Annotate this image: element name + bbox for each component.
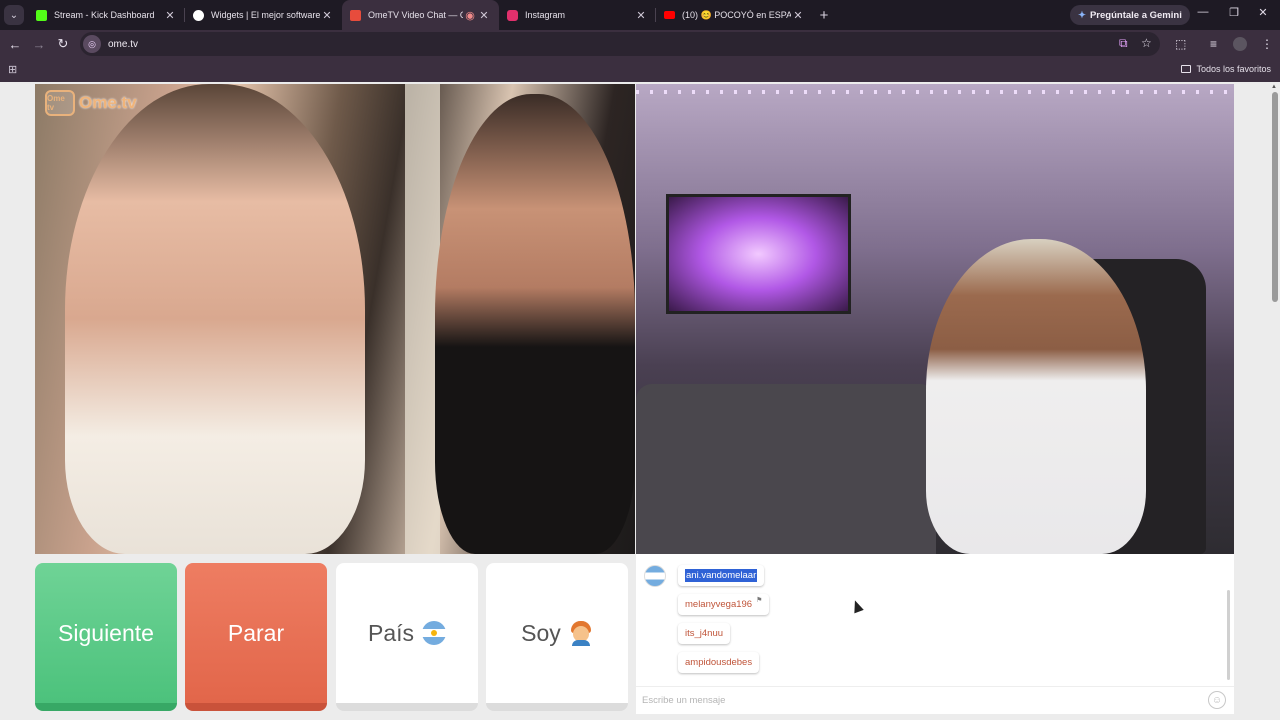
new-tab-plus-icon[interactable]: +	[813, 7, 835, 24]
stop-button-label: Parar	[227, 619, 285, 646]
url-text: ome.tv	[108, 38, 139, 50]
message-input-bar[interactable]: Escribe un mensaje ☺	[636, 686, 1234, 714]
restore-icon[interactable]: ❐	[1224, 6, 1244, 19]
self-video	[636, 84, 1234, 554]
boy-emoji-icon	[569, 621, 593, 646]
chat-message-text: melanyvega196	[685, 599, 753, 610]
tab-search-chevron-icon[interactable]: ⌄	[4, 5, 24, 25]
led-strip	[636, 90, 1234, 94]
argentina-flag-icon	[422, 621, 447, 645]
scroll-up-arrow-icon[interactable]: ▲	[1271, 84, 1279, 90]
country-button-label: País	[367, 619, 415, 646]
tab-ometv[interactable]: OmeTV Video Chat — Ome ◉ ✕	[342, 0, 499, 30]
close-icon[interactable]: ✕	[791, 9, 805, 22]
chat-message[interactable]: ampidousdebes	[678, 652, 760, 673]
recording-icon: ◉	[465, 9, 475, 22]
tab-title: Instagram	[525, 10, 566, 20]
window-close-icon[interactable]: ✕	[1253, 6, 1273, 19]
emoji-picker-icon[interactable]: ☺	[1208, 691, 1226, 709]
tab-youtube-pocoyo[interactable]: (10) 😊 POCOYÓ en ESPAÑOL ✕	[656, 0, 813, 30]
apps-grid-icon[interactable]: ⊞	[8, 63, 17, 76]
browser-toolbar: ← → ↻ ◎ ome.tv ⧉ ☆ ⬚ ≡ ⋮	[0, 30, 1280, 58]
forward-arrow-icon[interactable]: →	[27, 37, 51, 52]
reading-list-icon[interactable]: ≡	[1210, 37, 1217, 51]
tab-title: Widgets | El mejor software par	[211, 10, 320, 20]
message-input-placeholder[interactable]: Escribe un mensaje	[642, 695, 725, 706]
logo-badge: Ome tv	[45, 90, 75, 116]
gender-button-label: Soy	[521, 619, 561, 646]
kebab-menu-icon[interactable]: ⋮	[1261, 37, 1273, 51]
reload-icon[interactable]: ↻	[51, 36, 75, 52]
chat-panel: ani.vandomelaar melanyvega196 ⚑ its_j4nu…	[636, 554, 1234, 714]
gemini-sparkle-icon: ✦	[1078, 9, 1086, 21]
instagram-favicon-icon	[507, 9, 518, 21]
stranger-video: Ome tv Ome.tv	[35, 84, 635, 554]
gemini-label: Pregúntale a Gemini	[1089, 9, 1182, 21]
stranger-person-2	[435, 94, 635, 554]
tv-screen	[666, 194, 851, 314]
chat-message-text: ampidousdebes	[685, 657, 753, 668]
page-scrollbar-thumb[interactable]	[1272, 92, 1278, 302]
stop-button[interactable]: Parar	[185, 563, 327, 711]
chat-message[interactable]: its_j4nuu	[678, 623, 731, 644]
stranger-flag-icon	[644, 565, 666, 587]
armchair	[636, 384, 936, 554]
next-button[interactable]: Siguiente	[35, 563, 177, 711]
profile-avatar[interactable]	[1233, 37, 1247, 51]
close-icon[interactable]: ✕	[634, 9, 648, 22]
stranger-person-1	[65, 84, 365, 554]
tab-title: Stream - Kick Dashboard	[54, 10, 155, 20]
tab-kick-dashboard[interactable]: Stream - Kick Dashboard ✕	[28, 0, 185, 30]
flag-report-icon[interactable]: ⚑	[756, 596, 762, 604]
logo-text: Ome.tv	[79, 93, 137, 112]
extensions-icon[interactable]: ⬚	[1175, 37, 1186, 51]
tab-instagram[interactable]: Instagram ✕	[499, 0, 656, 30]
kick-favicon-icon	[36, 9, 47, 21]
close-icon[interactable]: ✕	[320, 9, 334, 22]
country-button[interactable]: País	[336, 563, 478, 711]
gender-button[interactable]: Soy	[486, 563, 628, 711]
address-bar[interactable]: ◎ ome.tv ⧉ ☆	[80, 32, 1160, 56]
streamer-person	[926, 239, 1146, 554]
screen-capture-icon[interactable]: ⧉	[1119, 36, 1128, 51]
tab-widgets[interactable]: Widgets | El mejor software par ✕	[185, 0, 342, 30]
bookmark-star-icon[interactable]: ☆	[1141, 36, 1152, 50]
next-button-label: Siguiente	[58, 619, 154, 646]
minimize-icon[interactable]: —	[1193, 6, 1213, 18]
site-info-icon[interactable]: ◎	[83, 35, 101, 53]
all-bookmarks-label: Todos los favoritos	[1196, 64, 1271, 74]
gemini-button[interactable]: ✦ Pregúntale a Gemini	[1070, 5, 1190, 25]
chat-message-text: ani.vandomelaar	[685, 569, 758, 582]
widgets-favicon-icon	[193, 9, 204, 21]
chat-message-text: its_j4nuu	[685, 628, 724, 639]
chat-message[interactable]: ani.vandomelaar	[678, 565, 765, 586]
chat-scrollbar[interactable]	[1227, 590, 1230, 680]
tab-title: (10) 😊 POCOYÓ en ESPAÑOL	[682, 9, 791, 20]
close-icon[interactable]: ✕	[477, 9, 491, 22]
close-icon[interactable]: ✕	[163, 9, 177, 22]
ometv-logo: Ome tv Ome.tv	[45, 90, 137, 116]
tab-title: OmeTV Video Chat — Ome	[368, 10, 463, 20]
youtube-favicon-icon	[664, 11, 675, 19]
ometv-page: Ome tv Ome.tv Siguiente Parar País Soy a…	[0, 82, 1280, 720]
bookmarks-bar: ⊞ Todos los favoritos	[0, 58, 1280, 82]
folder-icon	[1181, 65, 1192, 73]
back-arrow-icon[interactable]: ←	[3, 37, 27, 52]
all-bookmarks-button[interactable]: Todos los favoritos	[1181, 64, 1271, 74]
ometv-favicon-icon	[350, 9, 361, 21]
tab-strip: ⌄ Stream - Kick Dashboard ✕ Widgets | El…	[0, 0, 1280, 30]
chat-message[interactable]: melanyvega196 ⚑	[678, 594, 770, 615]
